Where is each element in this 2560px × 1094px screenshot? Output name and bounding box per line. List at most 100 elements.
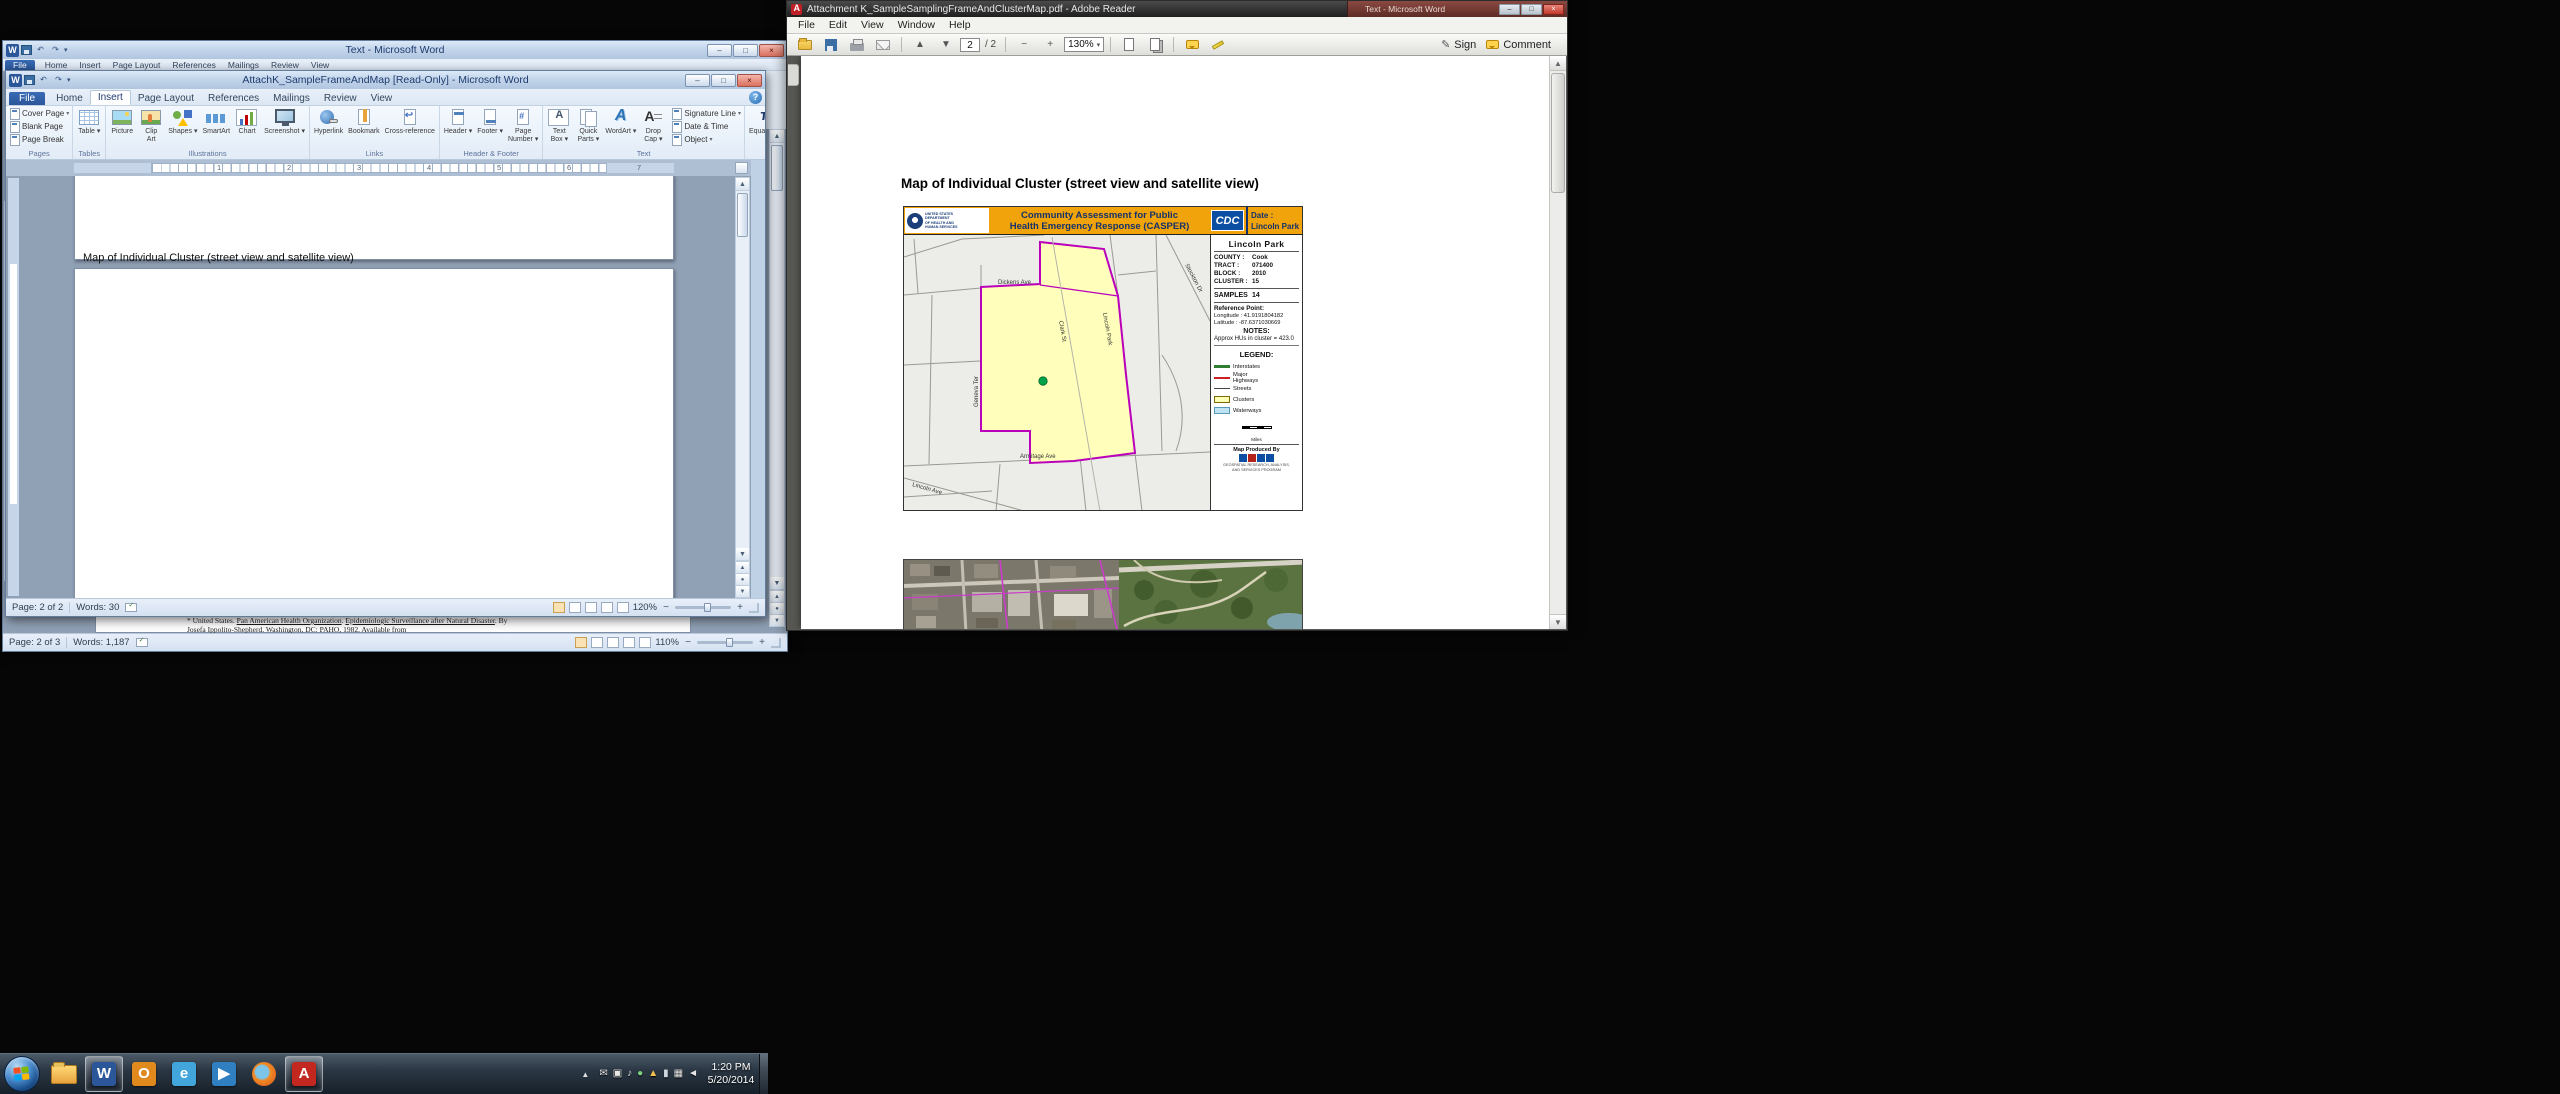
save-button[interactable] [21, 45, 32, 55]
ribbon-button-object[interactable]: Object▾ [670, 133, 742, 146]
menu-file[interactable]: File [791, 18, 822, 32]
qat-dropdown[interactable]: ▾ [67, 76, 71, 84]
tab-view[interactable]: View [305, 60, 335, 70]
vertical-scrollbar[interactable]: ▲ ▼ ▲ ● ▼ [769, 129, 785, 627]
tab-references[interactable]: References [166, 60, 221, 70]
page-indicator[interactable]: Page: 2 of 3 [9, 637, 60, 648]
close-button[interactable]: × [1543, 4, 1564, 15]
ribbon-button-smartart[interactable]: SmartArt [200, 107, 232, 148]
qat-dropdown[interactable]: ▾ [64, 46, 68, 54]
taskbar-app-microsoft-outlook[interactable]: O [125, 1056, 163, 1092]
view-draft-button[interactable] [617, 602, 629, 613]
ribbon-button-hyperlink[interactable]: Hyperlink [312, 107, 345, 148]
document-page-2[interactable] [74, 268, 674, 600]
ribbon-button-header[interactable]: Header ▾ [442, 107, 474, 148]
tab-references[interactable]: References [201, 92, 266, 105]
view-print-layout-button[interactable] [575, 637, 587, 648]
maximize-button[interactable]: □ [711, 74, 736, 87]
titlebar[interactable]: W ↶ ↷ ▾ Text - Microsoft Word – □ × [3, 41, 787, 59]
ribbon-button-chart[interactable]: Chart [233, 107, 261, 148]
page-indicator[interactable]: Page: 2 of 2 [12, 602, 63, 613]
ribbon-button-table[interactable]: Table ▾ [75, 107, 103, 148]
zoom-out-button[interactable]: − [1012, 35, 1036, 54]
ribbon-button-text-box[interactable]: ATextBox ▾ [545, 107, 573, 148]
open-button[interactable] [793, 35, 817, 54]
view-outline-button[interactable] [623, 637, 635, 648]
spellcheck-icon[interactable] [136, 638, 148, 647]
document-text[interactable]: Map of Individual Cluster (street view a… [83, 252, 354, 264]
scroll-up-arrow[interactable]: ▲ [736, 178, 749, 191]
minimize-button[interactable]: – [1499, 4, 1520, 15]
window-word-attachk[interactable]: W ↶ ↷ ▾ AttachK_SampleFrameAndMap [Read-… [5, 70, 766, 617]
tab-insert[interactable]: Insert [73, 60, 106, 70]
ribbon-button-page-number[interactable]: #PageNumber ▾ [506, 107, 540, 148]
vertical-scrollbar[interactable]: ▲ ▼ ▲ ● ▼ [735, 177, 750, 598]
zoom-level-select[interactable]: 130% ▾ [1064, 37, 1104, 52]
minimize-button[interactable]: – [707, 44, 732, 57]
taskbar-app-adobe-reader[interactable]: A [285, 1056, 323, 1092]
tab-home[interactable]: Home [49, 92, 90, 105]
select-browse-object-button[interactable]: ● [736, 573, 749, 585]
message-icon[interactable]: ✉ [599, 1068, 607, 1080]
scroll-up-arrow[interactable]: ▲ [770, 130, 784, 143]
menu-view[interactable]: View [854, 18, 891, 32]
sign-button[interactable]: ✎ Sign [1441, 38, 1476, 51]
view-web-layout-button[interactable] [607, 637, 619, 648]
save-button[interactable] [819, 35, 843, 54]
tab-mailings[interactable]: Mailings [266, 92, 317, 105]
show-hidden-icons-button[interactable]: ▲ [576, 1070, 594, 1079]
tab-review[interactable]: Review [265, 60, 305, 70]
document-page-1[interactable] [74, 176, 674, 260]
zoom-slider-thumb[interactable] [704, 603, 711, 612]
maximize-button[interactable]: □ [733, 44, 758, 57]
zoom-slider[interactable] [675, 606, 731, 609]
tab-page-layout[interactable]: Page Layout [107, 60, 167, 70]
vertical-scrollbar[interactable]: ▲ ▼ [1549, 56, 1566, 629]
ribbon-button-blank-page[interactable]: Blank Page [8, 120, 70, 133]
next-page-button[interactable]: ▼ [736, 585, 749, 597]
update-icon[interactable]: ▣ [613, 1068, 622, 1080]
menu-edit[interactable]: Edit [822, 18, 854, 32]
tab-view[interactable]: View [364, 92, 400, 105]
ribbon-button-drop-cap[interactable]: ADropCap ▾ [639, 107, 667, 148]
taskbar-app-media-player[interactable]: ▶ [205, 1056, 243, 1092]
zoom-in-button[interactable]: + [1038, 35, 1062, 54]
view-print-layout-button[interactable] [553, 602, 565, 613]
zoom-slider-thumb[interactable] [726, 638, 733, 647]
ribbon-button-cover-page[interactable]: Cover Page▾ [8, 107, 70, 120]
menu-window[interactable]: Window [891, 18, 942, 32]
view-web-layout-button[interactable] [585, 602, 597, 613]
redo-button[interactable]: ↷ [52, 74, 65, 86]
file-tab[interactable]: File [9, 92, 45, 105]
zoom-slider[interactable] [697, 641, 753, 644]
volume-icon[interactable]: ◄ [688, 1068, 698, 1080]
page-number-input[interactable]: 2 [960, 38, 980, 52]
zoom-level[interactable]: 110% [655, 637, 679, 648]
word-count[interactable]: Words: 1,187 [73, 637, 129, 648]
menu-help[interactable]: Help [942, 18, 978, 32]
ribbon-button-date-time[interactable]: Date & Time [670, 120, 742, 133]
close-button[interactable]: × [737, 74, 762, 87]
taskbar-app-windows-explorer[interactable] [45, 1056, 83, 1092]
minimize-button[interactable]: – [685, 74, 710, 87]
background-window-titlebar[interactable]: Text - Microsoft Word – □ × [1347, 1, 1567, 17]
ribbon-button-quick-parts[interactable]: QuickParts ▾ [574, 107, 602, 148]
previous-page-button[interactable]: ▲ [908, 35, 932, 54]
view-draft-button[interactable] [639, 637, 651, 648]
ribbon-button-clip-art[interactable]: ClipArt [137, 107, 165, 148]
undo-button[interactable]: ↶ [34, 44, 47, 56]
view-fullscreen-button[interactable] [591, 637, 603, 648]
document-area[interactable]: Map of Individual Cluster (street view a… [6, 176, 751, 600]
view-outline-button[interactable] [601, 602, 613, 613]
ribbon-button-cross-reference[interactable]: ↩Cross-reference [383, 107, 437, 148]
scroll-down-arrow[interactable]: ▼ [736, 548, 749, 561]
network-icon[interactable]: ▦ [674, 1068, 683, 1080]
view-fullscreen-button[interactable] [569, 602, 581, 613]
titlebar[interactable]: Attachment K_SampleSamplingFrameAndClust… [787, 1, 1567, 17]
antivirus-icon[interactable]: ● [637, 1068, 643, 1080]
horizontal-ruler[interactable]: 1234567 [6, 160, 751, 176]
select-browse-object-button[interactable]: ● [770, 602, 784, 614]
print-button[interactable] [845, 35, 869, 54]
resize-grip[interactable] [771, 638, 781, 648]
close-button[interactable]: × [759, 44, 784, 57]
